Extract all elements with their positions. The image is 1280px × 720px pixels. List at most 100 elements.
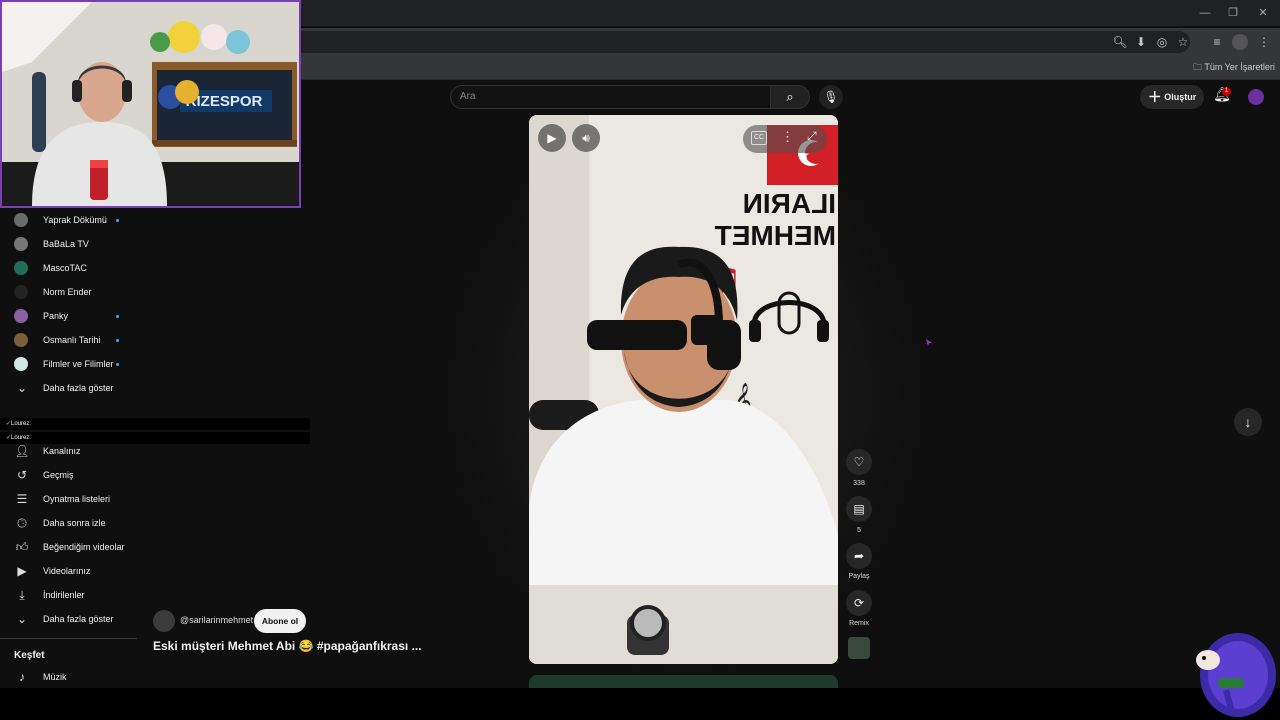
mic-icon: 🎙︎ <box>823 90 839 104</box>
folder-icon: 🗀 <box>1193 62 1205 72</box>
person-icon: 👤︎ <box>14 444 30 458</box>
explore-heading: Keşfet <box>14 650 45 661</box>
sidebar-item[interactable]: ⤓ İndirilenler <box>14 585 139 605</box>
sidebar-item-label: Kanalınız <box>43 446 81 456</box>
new-content-dot <box>116 363 119 366</box>
remix-icon: ⟳ <box>853 596 865 610</box>
subscription-item[interactable]: Panky <box>14 306 139 326</box>
channel-avatar[interactable] <box>153 610 175 632</box>
subscription-label: BaBaLa TV <box>43 239 89 249</box>
chevron-down-icon: ⌄ <box>16 381 28 395</box>
share-button[interactable]: ➦ <box>846 543 872 569</box>
short-video-player[interactable]: ★ ILARIN MEHMET ♫ 𝄞 ▶ 🔊︎ CC ⋮ ⤢ <box>529 115 838 664</box>
show-more-you[interactable]: ⌄ Daha fazla göster <box>14 609 139 629</box>
channel-avatar <box>14 309 28 323</box>
minimize-icon[interactable]: — <box>1196 4 1214 22</box>
plus-icon: ＋ <box>1147 89 1162 105</box>
search-input[interactable]: Ara <box>450 85 772 109</box>
subscribe-button[interactable]: Abone ol <box>254 609 306 633</box>
next-short-button[interactable]: ↓ <box>1234 408 1262 436</box>
arrow-down-icon: ↓ <box>1244 414 1252 430</box>
new-content-dot <box>116 315 119 318</box>
subscription-item[interactable]: Yaprak Dökümü <box>14 210 139 230</box>
subscription-label: Norm Ender <box>43 287 92 297</box>
share-icon: ➦ <box>853 549 865 563</box>
channel-avatar <box>14 285 28 299</box>
address-bar[interactable] <box>290 31 1190 53</box>
wall-text: MEHMET <box>715 220 836 251</box>
voice-search-button[interactable]: 🎙︎ <box>819 85 843 109</box>
sound-thumbnail[interactable] <box>848 637 870 659</box>
media-control-icon[interactable]: ≡ <box>1209 34 1225 50</box>
subscription-item[interactable]: BaBaLa TV <box>14 234 139 254</box>
zoom-icon[interactable]: 🔍︎ <box>1112 34 1128 50</box>
subscription-label: Panky <box>43 311 69 321</box>
sidebar-item-label: Daha sonra izle <box>43 518 106 528</box>
video-icon: ▶ <box>17 564 27 578</box>
notification-badge: 1 <box>1222 87 1231 96</box>
taskbar <box>0 688 1280 720</box>
sidebar-item-label: Beğendiğim videolar <box>43 542 125 552</box>
install-app-icon[interactable]: ⬇︎ <box>1133 34 1149 50</box>
comment-button[interactable]: ▤ <box>846 496 872 522</box>
webcam-overlay: RIZESPOR <box>0 0 301 208</box>
sidebar-item[interactable]: ↺ Geçmiş <box>14 465 139 485</box>
subscription-item[interactable]: Osmanlı Tarihi <box>14 330 139 350</box>
eye-off-icon[interactable]: ◎ <box>1154 34 1170 50</box>
restore-icon[interactable]: ❐ <box>1224 4 1242 22</box>
comment-icon: ▤ <box>853 502 865 516</box>
search-button[interactable]: ⌕ <box>770 85 810 109</box>
account-avatar[interactable] <box>1248 89 1264 105</box>
close-icon[interactable]: ✕ <box>1254 4 1272 22</box>
profile-avatar[interactable] <box>1232 34 1248 50</box>
sidebar-divider <box>0 638 137 639</box>
channel-avatar <box>14 357 28 371</box>
subscription-item[interactable]: Norm Ender <box>14 282 139 302</box>
pangolin-mascot <box>1196 633 1276 717</box>
subscription-label: Yaprak Dökümü <box>43 215 107 225</box>
sidebar-item[interactable]: 👍︎ Beğendiğim videolar <box>14 537 139 557</box>
sidebar-item-music[interactable]: ♪ Müzik <box>14 667 139 687</box>
clock-icon: 🕓︎ <box>17 516 27 530</box>
new-content-dot <box>116 219 119 222</box>
subscription-item[interactable]: Filmler ve Filimler <box>14 354 139 374</box>
channel-avatar <box>14 237 28 251</box>
sidebar-item[interactable]: ☰ Oynatma listeleri <box>14 489 139 509</box>
play-icon[interactable]: ▶ <box>538 124 566 152</box>
volume-icon[interactable]: 🔊︎ <box>572 124 600 152</box>
sidebar-item[interactable]: 🕓︎ Daha sonra izle <box>14 513 139 533</box>
bookmarks-folder[interactable]: 🗀 Tüm Yer İşaretleri <box>1193 60 1275 76</box>
more-options-icon[interactable]: ⋮ <box>781 129 794 145</box>
wall-text: ILARIN <box>743 188 836 219</box>
star-icon[interactable]: ☆ <box>1175 34 1191 50</box>
heart-icon: ♡ <box>853 455 865 469</box>
sidebar-item[interactable]: ▶ Videolarınız <box>14 561 139 581</box>
subscription-label: Filmler ve Filimler <box>43 359 114 369</box>
short-title[interactable]: Eski müşteri Mehmet Abi 😂 #papağanfıkras… <box>153 639 422 653</box>
like-button[interactable]: ♡ <box>846 449 872 475</box>
chat-message: ✓Lourez: <box>0 418 310 430</box>
fullscreen-icon[interactable]: ⤢ <box>807 129 817 144</box>
subscription-label: MascoTAC <box>43 263 87 273</box>
channel-handle[interactable]: @sarilarinmehmet <box>180 615 253 625</box>
channel-avatar <box>14 333 28 347</box>
download-icon: ⤓ <box>19 588 25 602</box>
sidebar-item-label: Videolarınız <box>43 566 91 576</box>
sidebar-item-label: Oynatma listeleri <box>43 494 111 504</box>
history-icon: ↺ <box>16 468 28 482</box>
sidebar-item-label: Geçmiş <box>43 470 74 480</box>
create-button[interactable]: ＋ Oluştur <box>1140 85 1204 109</box>
show-more-subscriptions[interactable]: ⌄ Daha fazla göster <box>14 378 139 398</box>
new-content-dot <box>116 339 119 342</box>
subscription-item[interactable]: MascoTAC <box>14 258 139 278</box>
thumbs-up-icon: 👍︎ <box>15 540 29 554</box>
menu-icon[interactable]: ⋮ <box>1256 34 1272 50</box>
share-label: Paylaş <box>848 573 870 580</box>
sidebar-item[interactable]: 👤︎ Kanalınız <box>14 441 139 461</box>
remix-button[interactable]: ⟳ <box>846 590 872 616</box>
channel-avatar <box>14 261 28 275</box>
music-note-icon: ♪ <box>19 670 25 684</box>
captions-icon[interactable]: CC <box>751 131 767 145</box>
chevron-down-icon: ⌄ <box>16 612 28 626</box>
remix-label: Remix <box>849 620 869 627</box>
